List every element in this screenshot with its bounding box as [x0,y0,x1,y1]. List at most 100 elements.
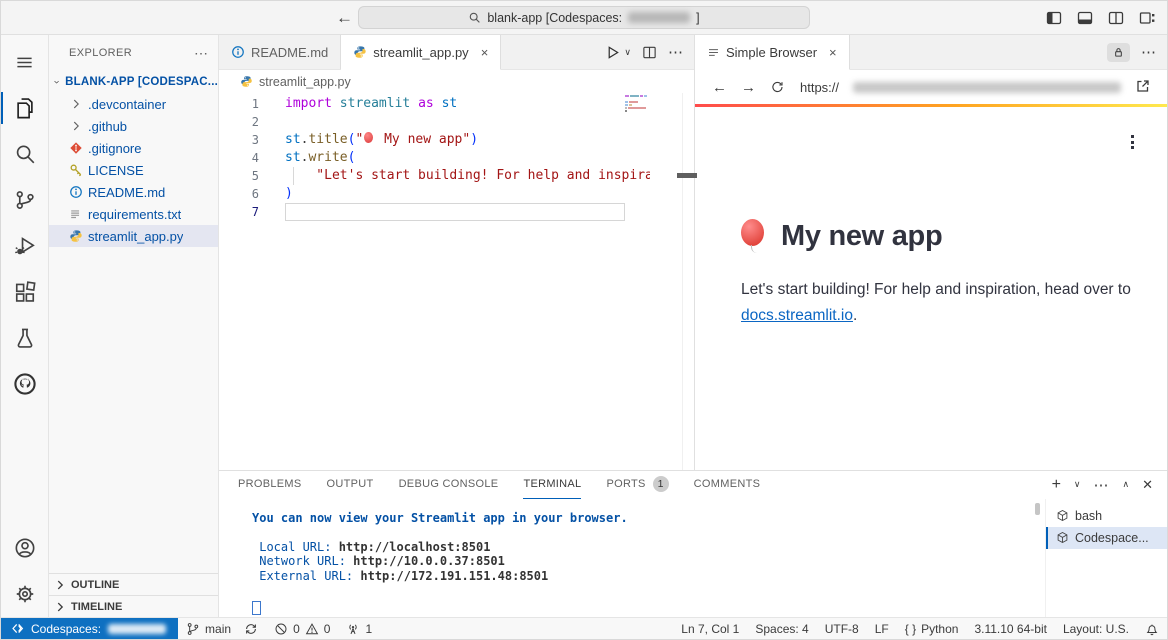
python-version-status[interactable]: 3.11.10 64-bit [966,618,1055,639]
tree-item-streamlit-app[interactable]: streamlit_app.py [49,225,218,247]
tree-root-blank-app[interactable]: BLANK-APP [CODESPAC... [49,71,218,93]
run-dropdown-icon[interactable]: ∨ [624,47,631,58]
streamlit-menu-icon[interactable] [1131,135,1134,149]
timeline-section[interactable]: TIMELINE [49,595,218,617]
code-line[interactable]: 6) [219,185,694,203]
browser-back-icon[interactable]: ← [712,79,727,96]
code-line[interactable]: 3st.title(" My new app") [219,131,694,149]
docs-link[interactable]: docs.streamlit.io [741,307,853,324]
braces-icon: { } [905,622,916,636]
terminal-line [252,583,1039,598]
eol-status[interactable]: LF [867,618,897,639]
code-lines: 1import streamlit as st23st.title(" My n… [219,95,694,221]
activity-account[interactable] [1,525,48,571]
code-line[interactable]: 1import streamlit as st [219,95,694,113]
run-file-icon[interactable] [605,45,620,60]
panel-tab-debug-console[interactable]: DEBUG CONSOLE [399,471,499,499]
tree-item-github[interactable]: .github [49,115,218,137]
sync-icon[interactable] [244,622,258,636]
code-editor[interactable]: 1import streamlit as st23st.title(" My n… [219,93,694,470]
tree-item-devcontainer[interactable]: .devcontainer [49,93,218,115]
reload-icon[interactable] [770,80,784,94]
panel-tab-terminal[interactable]: TERMINAL [523,471,581,499]
editor-more-actions-icon[interactable]: ⋯ [668,43,684,61]
terminal-dropdown-icon[interactable]: ∨ [1074,479,1081,490]
cursor-position-status[interactable]: Ln 7, Col 1 [673,618,747,639]
line-number: 2 [219,113,259,131]
branch-status[interactable]: main [178,618,266,639]
lock-toggle-button[interactable] [1107,43,1130,62]
terminal-session-codespace[interactable]: Codespace... [1046,527,1167,549]
tree-item-requirements[interactable]: requirements.txt [49,203,218,225]
balloon-emoji [363,131,376,143]
terminal-session-bash[interactable]: bash [1046,505,1167,527]
tab-readme[interactable]: README.md [219,35,341,69]
language-status[interactable]: { }Python [897,618,967,639]
vscode-window: ← → blank-app [Codespaces: ] [0,0,1168,640]
open-external-icon[interactable] [1135,78,1151,94]
panel-tab-comments[interactable]: COMMENTS [694,471,761,499]
history-back-icon[interactable]: ← [336,8,353,28]
breadcrumb[interactable]: streamlit_app.py [219,70,694,93]
terminal-line [252,598,1039,618]
split-editor-icon[interactable] [642,45,657,60]
activity-settings[interactable] [1,571,48,617]
activity-source-control[interactable] [1,177,48,223]
panel-more-actions-icon[interactable]: ⋯ [1094,476,1110,494]
tree-item-readme[interactable]: README.md [49,181,218,203]
terminal-session-list: bash Codespace... [1045,499,1167,618]
panel-tab-problems[interactable]: PROBLEMS [238,471,302,499]
activity-search[interactable] [1,131,48,177]
activity-extensions[interactable] [1,269,48,315]
menu-button[interactable] [1,39,48,85]
tree-item-gitignore[interactable]: .gitignore [49,137,218,159]
activity-github[interactable] [1,361,48,407]
ports-badge: 1 [653,476,669,492]
code-line[interactable]: 7 [219,203,694,221]
panel-tab-ports[interactable]: PORTS1 [606,471,668,499]
command-center-search[interactable]: blank-app [Codespaces: ] [358,6,810,29]
warning-icon [305,622,319,636]
customize-layout-icon[interactable] [1139,10,1155,26]
remote-indicator[interactable]: Codespaces: [1,618,178,639]
problems-status[interactable]: 0 0 [266,618,338,639]
close-tab-icon[interactable]: × [829,45,837,60]
browser-more-actions-icon[interactable]: ⋯ [1141,43,1157,61]
tree-item-license[interactable]: LICENSE [49,159,218,181]
code-line[interactable]: 2 [219,113,694,131]
activity-testing[interactable] [1,315,48,361]
toggle-panel-icon[interactable] [1077,10,1093,26]
error-icon [274,622,288,636]
outline-section[interactable]: OUTLINE [49,573,218,595]
tab-streamlit-app[interactable]: streamlit_app.py × [341,35,501,70]
panel-tab-output[interactable]: OUTPUT [327,471,374,499]
app-title: My new app [781,220,942,253]
terminal-output[interactable]: You can now view your Streamlit app in y… [219,499,1039,618]
line-number: 5 [219,167,259,185]
activity-explorer[interactable] [1,85,48,131]
toggle-sidebar-icon[interactable] [1046,10,1062,26]
code-line[interactable]: 4st.write( [219,149,694,167]
explorer-title: EXPLORER [69,47,194,59]
maximize-panel-icon[interactable]: ∧ [1123,479,1130,490]
python-icon [69,229,83,243]
keyboard-layout-status[interactable]: Layout: U.S. [1055,618,1137,639]
ports-status[interactable]: 1 [338,618,380,639]
minimap[interactable] [625,95,658,141]
terminal-scrollbar[interactable] [1035,503,1040,515]
new-terminal-icon[interactable]: + [1052,476,1061,494]
tab-simple-browser[interactable]: Simple Browser × [695,35,850,70]
activity-run-debug[interactable] [1,223,48,269]
close-tab-icon[interactable]: × [481,45,489,60]
toggle-secondary-sidebar-icon[interactable] [1108,10,1124,26]
encoding-status[interactable]: UTF-8 [817,618,867,639]
breadcrumb-file[interactable]: streamlit_app.py [259,75,351,89]
explorer-more-actions-icon[interactable]: ⋯ [194,45,208,62]
notifications-status[interactable] [1137,618,1167,639]
indentation-status[interactable]: Spaces: 4 [747,618,816,639]
url-scheme[interactable]: https:// [800,80,839,95]
close-panel-icon[interactable]: ✕ [1142,477,1153,493]
sash-handle[interactable] [677,173,697,178]
browser-forward-icon[interactable]: → [741,79,756,96]
code-line[interactable]: 5 "Let's start building! For help and in… [219,167,694,185]
